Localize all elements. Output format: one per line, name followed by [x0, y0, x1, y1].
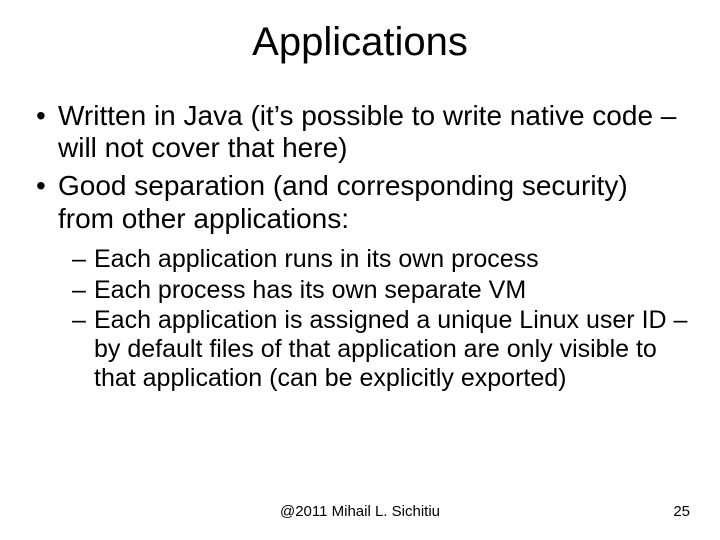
slide-content: Written in Java (it’s possible to write …: [0, 100, 720, 393]
subbullet-item: Each application runs in its own process: [72, 245, 688, 274]
footer-copyright: @2011 Mihail L. Sichitiu: [0, 503, 720, 520]
subbullet-text: Each application runs in its own process: [94, 245, 539, 273]
bullet-item: Written in Java (it’s possible to write …: [32, 100, 688, 164]
subbullet-item: Each application is assigned a unique Li…: [72, 306, 688, 392]
bullet-text: Written in Java (it’s possible to write …: [58, 100, 676, 163]
bullet-item: Good separation (and corresponding secur…: [32, 170, 688, 392]
slide-title: Applications: [0, 20, 720, 65]
bullet-list-level1: Written in Java (it’s possible to write …: [32, 100, 688, 393]
slide-number: 25: [673, 503, 690, 520]
subbullet-text: Each application is assigned a unique Li…: [94, 306, 687, 392]
bullet-list-level2: Each application runs in its own process…: [72, 245, 688, 393]
subbullet-item: Each process has its own separate VM: [72, 276, 688, 305]
slide: Applications Written in Java (it’s possi…: [0, 20, 720, 540]
bullet-text: Good separation (and corresponding secur…: [58, 170, 628, 233]
subbullet-text: Each process has its own separate VM: [94, 276, 526, 304]
